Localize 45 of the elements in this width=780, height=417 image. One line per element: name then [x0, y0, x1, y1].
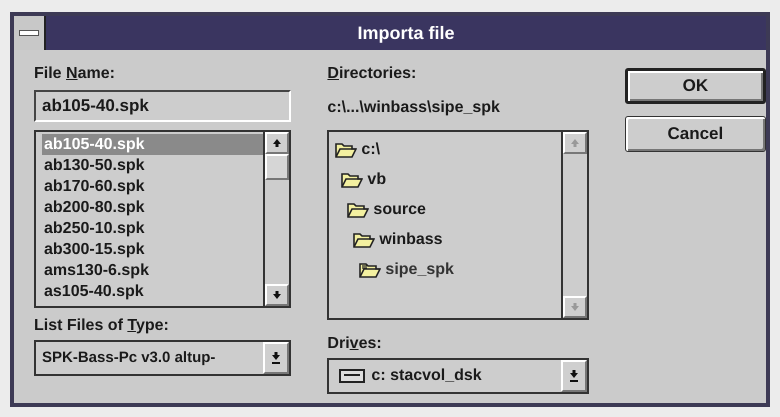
down-arrow-icon	[272, 290, 282, 300]
system-menu-button[interactable]	[14, 16, 46, 50]
file-item[interactable]: as105-40.spk	[42, 281, 264, 302]
file-item[interactable]: ab200-80.spk	[42, 197, 264, 218]
scroll-up-button[interactable]	[562, 132, 587, 154]
file-type-label: List Files of Type:	[34, 316, 170, 336]
scroll-down-button[interactable]	[562, 296, 587, 318]
open-folder-icon	[359, 262, 382, 278]
file-item[interactable]: ab300-15.spk	[42, 239, 264, 260]
dropdown-button[interactable]	[263, 342, 290, 374]
ok-button[interactable]: OK	[624, 68, 766, 104]
directory-item[interactable]: vb	[367, 168, 386, 192]
file-item[interactable]: ams130-6.spk	[42, 260, 264, 281]
directories-label: Directories:	[327, 64, 418, 84]
file-name-field[interactable]: ab105-40.spk	[34, 90, 292, 122]
file-type-dropdown[interactable]: SPK-Bass-Pc v3.0 altup-	[34, 340, 292, 376]
down-arrow-icon	[271, 352, 282, 364]
up-arrow-icon	[272, 138, 282, 148]
folder-icon	[353, 232, 376, 248]
directory-item[interactable]: source	[373, 198, 426, 222]
folder-icon	[347, 202, 370, 218]
cancel-button[interactable]: Cancel	[624, 116, 766, 152]
file-item[interactable]: ab170-60.spk	[42, 176, 264, 197]
scroll-up-button[interactable]	[265, 132, 290, 154]
up-arrow-icon	[570, 138, 580, 148]
folder-icon	[335, 142, 358, 158]
window-title: Importa file	[357, 22, 454, 45]
current-path: c:\...\winbass\sipe_spk	[327, 98, 501, 118]
down-arrow-icon	[568, 370, 579, 382]
dropdown-button[interactable]	[560, 360, 587, 392]
drive-icon	[339, 369, 366, 383]
scroll-down-button[interactable]	[265, 284, 290, 306]
scrollbar[interactable]	[263, 132, 290, 306]
file-name-label: File Name:	[34, 64, 116, 84]
file-item[interactable]: ab250-10.spk	[42, 218, 264, 239]
system-menu-icon	[19, 30, 39, 36]
folder-icon	[341, 172, 364, 188]
directory-item[interactable]: winbass	[379, 228, 443, 252]
directory-item[interactable]: c:\	[361, 138, 380, 162]
file-item[interactable]: ab130-50.spk	[42, 155, 264, 176]
drives-dropdown[interactable]: c: stacvol_dsk	[327, 358, 589, 394]
directory-item[interactable]: sipe_spk	[385, 258, 454, 282]
scroll-thumb[interactable]	[265, 154, 290, 180]
drives-label: Drives:	[327, 334, 383, 354]
down-arrow-icon	[570, 302, 580, 312]
